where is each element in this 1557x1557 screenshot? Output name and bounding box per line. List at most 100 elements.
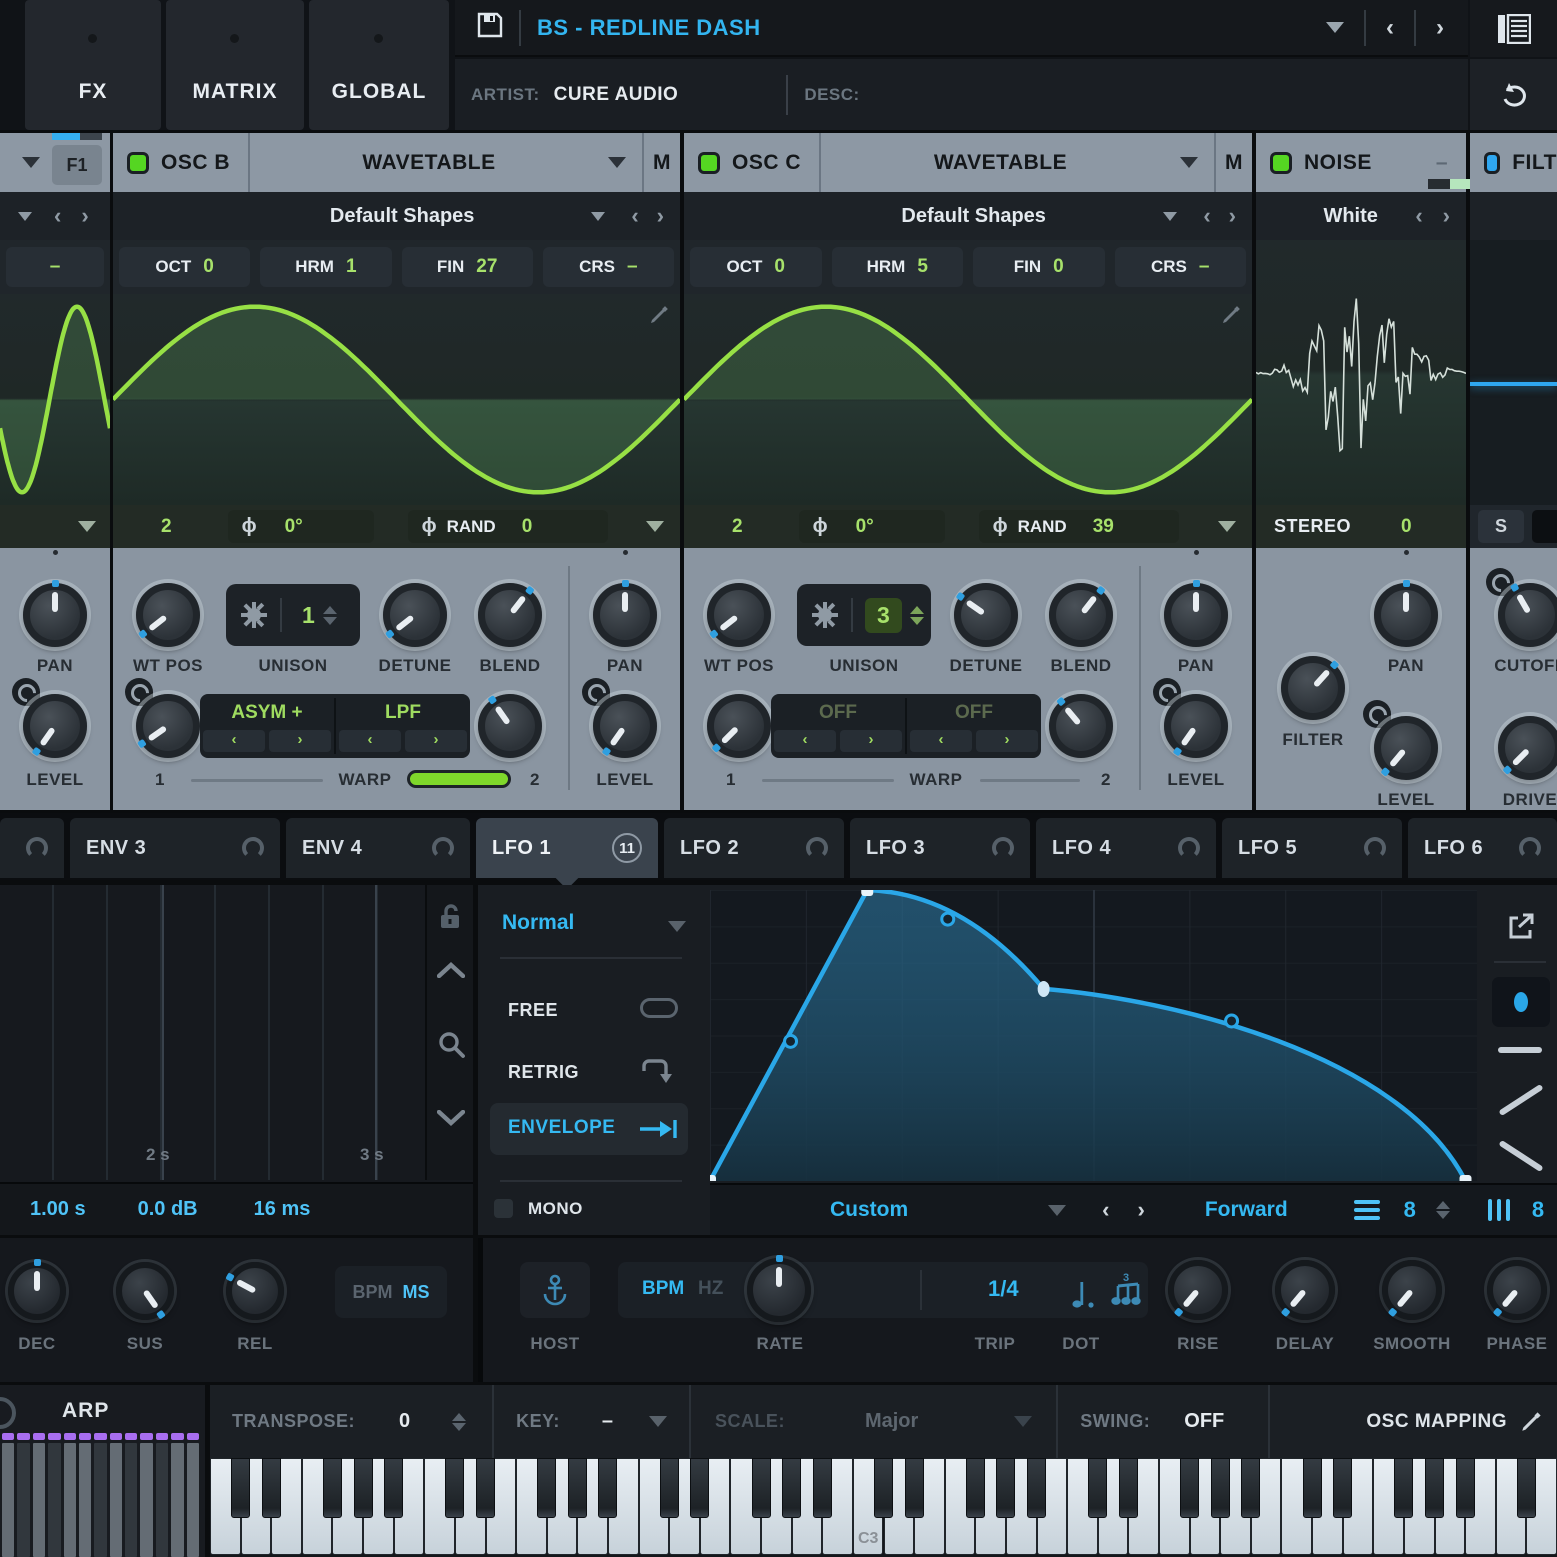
key-value[interactable]: – <box>602 1410 613 1433</box>
osc-b-warp2-knob[interactable] <box>478 694 542 758</box>
chevron-down-icon[interactable] <box>437 1110 465 1126</box>
tab-lfo4[interactable]: LFO 4 <box>1036 818 1216 878</box>
lfo-envelope-option[interactable]: ENVELOPE <box>490 1103 688 1155</box>
noise-stereo-value[interactable]: 0 <box>1401 516 1412 538</box>
lfo-curve-editor[interactable] <box>710 890 1477 1181</box>
osc-c-warp1-knob[interactable] <box>707 694 771 758</box>
ramp-up-tool-icon[interactable] <box>1498 1084 1543 1116</box>
tab-global[interactable]: GLOBAL <box>309 0 449 130</box>
black-key[interactable] <box>660 1458 679 1518</box>
dotted-note-icon[interactable] <box>1068 1278 1098 1312</box>
piano-keyboard[interactable]: C3 <box>210 1458 1557 1557</box>
black-key[interactable] <box>537 1458 556 1518</box>
osc-c-warp2-select[interactable]: OFF ‹› <box>907 694 1041 758</box>
osc-a-strip-dropdown-icon[interactable] <box>78 521 96 532</box>
black-key[interactable] <box>323 1458 342 1518</box>
lfo-mode-select[interactable]: Normal <box>502 911 574 935</box>
black-key[interactable] <box>598 1458 617 1518</box>
lfo-delay-knob[interactable] <box>1275 1260 1335 1320</box>
swing-value[interactable]: OFF <box>1184 1410 1224 1433</box>
tab-lfo6[interactable]: LFO 6 <box>1408 818 1557 878</box>
grid-rows-stepper[interactable] <box>1436 1199 1450 1221</box>
osc-c-pan-knob[interactable] <box>1164 583 1228 647</box>
filter-power-led[interactable] <box>1484 152 1500 174</box>
tab-lfo2[interactable]: LFO 2 <box>664 818 844 878</box>
black-key[interactable] <box>1180 1458 1199 1518</box>
key-dropdown-icon[interactable] <box>649 1416 667 1427</box>
black-key[interactable] <box>996 1458 1015 1518</box>
transpose-stepper[interactable] <box>452 1411 466 1433</box>
tab-fx[interactable]: FX <box>25 0 161 130</box>
arp-mini-key[interactable] <box>33 1443 45 1557</box>
env-dec-knob[interactable] <box>8 1262 66 1320</box>
black-key[interactable] <box>752 1458 771 1518</box>
osc-b-fin[interactable]: FIN27 <box>402 247 533 287</box>
lfo-shape-preset-select[interactable]: Custom <box>830 1198 908 1222</box>
black-key[interactable] <box>1394 1458 1413 1518</box>
ms-option-selected[interactable]: MS <box>403 1282 430 1303</box>
noise-pan-knob[interactable] <box>1374 583 1438 647</box>
edit-wavetable-icon[interactable] <box>648 304 670 326</box>
osc-c-shape-name[interactable]: Default Shapes <box>684 205 1163 228</box>
osc-b-power-led[interactable] <box>127 152 149 174</box>
osc-c-shape-prev[interactable]: ‹ <box>1203 203 1210 229</box>
env-sustain-db[interactable]: 0.0 dB <box>138 1198 198 1221</box>
noise-filter-knob[interactable] <box>1281 656 1345 720</box>
filter-stereo-button[interactable]: S <box>1478 510 1524 543</box>
osc-b-pan-knob[interactable] <box>593 583 657 647</box>
black-key[interactable] <box>1027 1458 1046 1518</box>
black-key[interactable] <box>1119 1458 1138 1518</box>
noise-type-name[interactable]: White <box>1256 205 1415 228</box>
osc-b-level-knob[interactable] <box>593 694 657 758</box>
black-key[interactable] <box>966 1458 985 1518</box>
osc-c-unison-control[interactable]: 3 <box>797 584 931 646</box>
osc-b-warp1-prev[interactable]: ‹ <box>203 730 265 752</box>
scale-value[interactable]: Major <box>865 1410 918 1433</box>
tab-matrix[interactable]: MATRIX <box>166 0 304 130</box>
filter-drive-knob[interactable] <box>1498 716 1557 780</box>
envelope-grid[interactable]: 2 s 3 s <box>0 885 425 1180</box>
gear-icon[interactable] <box>811 601 839 629</box>
osc-a-shape-dropdown-icon[interactable] <box>18 212 32 221</box>
osc-b-unison-stepper[interactable] <box>323 606 337 625</box>
tab-lfo3[interactable]: LFO 3 <box>850 818 1030 878</box>
osc-c-mute-button[interactable]: M <box>1216 151 1252 175</box>
osc-c-crs[interactable]: CRS– <box>1115 247 1247 287</box>
tab-env4[interactable]: ENV 4 <box>286 818 470 878</box>
osc-b-detune-knob[interactable] <box>383 583 447 647</box>
lfo-mode-dropdown-icon[interactable] <box>668 921 686 932</box>
external-link-icon[interactable] <box>1506 913 1534 941</box>
lfo-bpm-option-selected[interactable]: BPM <box>642 1278 684 1300</box>
lfo-rate-value[interactable]: 1/4 <box>988 1276 1019 1302</box>
lfo-host-sync-button[interactable] <box>520 1262 590 1318</box>
osc-b-mode-select[interactable]: WAVETABLE <box>250 151 608 175</box>
osc-c-phase-box[interactable]: ϕ0° <box>799 510 945 543</box>
osc-b-blend-knob[interactable] <box>478 583 542 647</box>
lfo-free-option[interactable]: FREE <box>508 1000 558 1021</box>
arp-mini-key[interactable] <box>48 1443 60 1557</box>
lfo-hz-option[interactable]: HZ <box>698 1278 723 1300</box>
tab-lfo1[interactable]: LFO 111 <box>476 818 658 878</box>
lfo-preset-prev[interactable]: ‹ <box>1102 1197 1109 1223</box>
osc-a-crs-box[interactable]: – <box>6 247 104 287</box>
osc-c-fin[interactable]: FIN0 <box>973 247 1105 287</box>
osc-mapping-label[interactable]: OSC MAPPING <box>1366 1411 1507 1433</box>
osc-b-wave-display[interactable] <box>113 294 680 505</box>
osc-b-shape-dropdown-icon[interactable] <box>591 212 605 221</box>
env-rel-knob[interactable] <box>226 1262 284 1320</box>
preset-prev-button[interactable]: ‹ <box>1386 14 1394 42</box>
lfo-phase-knob[interactable] <box>1487 1260 1547 1320</box>
lfo-rate-knob[interactable] <box>747 1258 811 1322</box>
osc-b-unison-control[interactable]: 1 <box>226 584 360 646</box>
tab-env3[interactable]: ENV 3 <box>70 818 280 878</box>
arp-mini-key[interactable] <box>156 1443 168 1557</box>
osc-b-strip-dropdown-icon[interactable] <box>646 521 664 532</box>
osc-a-shape-next[interactable]: › <box>81 203 88 229</box>
ramp-down-tool-icon[interactable] <box>1498 1140 1543 1172</box>
black-key[interactable] <box>690 1458 709 1518</box>
osc-c-warp1-prev[interactable]: ‹ <box>774 730 836 752</box>
osc-c-wtpos-knob[interactable] <box>707 583 771 647</box>
osc-b-mute-button[interactable]: M <box>644 151 680 175</box>
filter-extra-box[interactable] <box>1532 510 1557 543</box>
osc-b-warp1-select[interactable]: ASYM + ‹› <box>200 694 334 758</box>
